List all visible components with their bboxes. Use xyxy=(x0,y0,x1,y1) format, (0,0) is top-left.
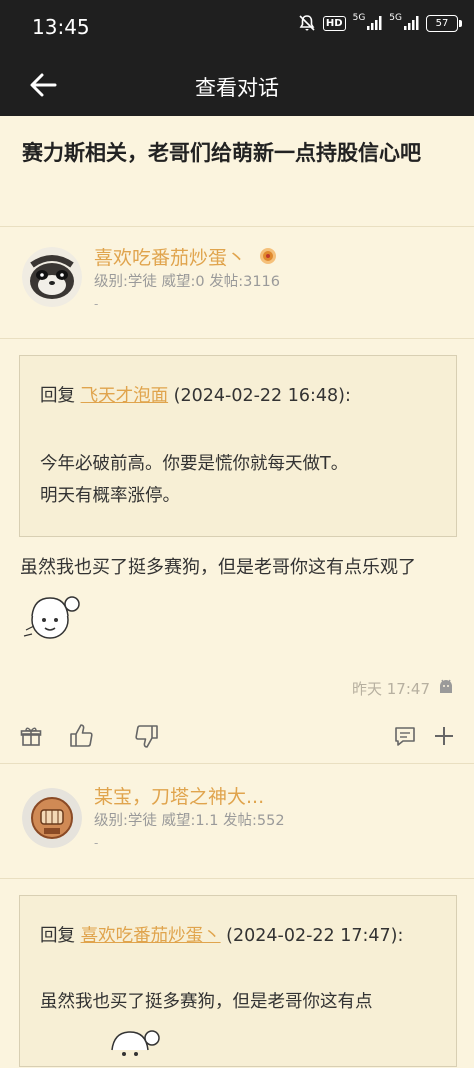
mute-bell-icon xyxy=(298,14,316,32)
quote-body: 今年必破前高。你要是慌你就每天做T。 明天有概率涨停。 xyxy=(40,448,348,512)
sticker-image xyxy=(20,590,82,663)
nav-bar: 查看对话 xyxy=(0,56,474,116)
divider xyxy=(0,226,474,227)
comment-icon[interactable] xyxy=(394,725,416,751)
avatar[interactable] xyxy=(22,788,82,848)
sticker-image xyxy=(100,1024,162,1068)
post-body: 虽然我也买了挺多赛狗，但是老哥你这有点乐观了 xyxy=(20,546,460,663)
post-time: 昨天 17:47 xyxy=(352,680,430,698)
network-type: 5G xyxy=(352,13,366,23)
android-icon xyxy=(436,677,456,701)
thread-title: 赛力斯相关，老哥们给萌新一点持股信心吧 xyxy=(22,141,421,165)
quote-time: (2024-02-22 16:48): xyxy=(173,386,351,406)
battery-icon: 57 xyxy=(426,14,462,32)
quote-prefix: 回复 xyxy=(40,926,75,946)
hd-icon: HD xyxy=(322,15,346,31)
quote-time: (2024-02-22 17:47): xyxy=(226,926,404,946)
add-icon[interactable] xyxy=(432,724,456,752)
quote-user-link[interactable]: 喜欢吃番茄炒蛋丶 xyxy=(81,926,221,946)
status-time: 13:45 xyxy=(32,15,90,39)
user-signature: - xyxy=(94,297,99,311)
thumbs-up-icon[interactable] xyxy=(68,723,94,753)
quote-line: 明天有概率涨停。 xyxy=(40,486,180,506)
username-text: 喜欢吃番茄炒蛋丶 xyxy=(94,247,247,269)
user-badge-icon xyxy=(258,246,278,271)
page-title: 查看对话 xyxy=(195,76,279,100)
quote-user-link[interactable]: 飞天才泡面 xyxy=(81,386,169,406)
username[interactable]: 某宝，刀塔之神大... xyxy=(94,782,264,809)
status-bar: 13:45 HD 5G 5G 57 xyxy=(0,0,474,56)
quote-body: 虽然我也买了挺多赛狗，但是老哥你这有点 xyxy=(40,986,373,1018)
user-signature: - xyxy=(94,836,99,850)
avatar[interactable] xyxy=(22,247,82,307)
quote-box: 回复 飞天才泡面 (2024-02-22 16:48): 今年必破前高。你要是慌… xyxy=(19,355,457,537)
network-type-2: 5G xyxy=(389,13,402,23)
user-meta: 级别:学徒 威望:1.1 发帖:552 xyxy=(94,813,285,829)
thumbs-down-icon[interactable] xyxy=(134,723,160,753)
divider xyxy=(0,338,474,339)
status-icons: HD 5G 5G 57 xyxy=(298,13,462,32)
quote-prefix: 回复 xyxy=(40,386,75,406)
quote-header: 回复 飞天才泡面 (2024-02-22 16:48): xyxy=(40,382,351,407)
user-meta: 级别:学徒 威望:0 发帖:3116 xyxy=(94,274,280,290)
username[interactable]: 喜欢吃番茄炒蛋丶 xyxy=(94,243,278,271)
quote-line: 今年必破前高。你要是慌你就每天做T。 xyxy=(40,454,349,474)
gift-icon[interactable] xyxy=(20,725,42,751)
divider xyxy=(0,878,474,879)
quote-header: 回复 喜欢吃番茄炒蛋丶 (2024-02-22 17:47): xyxy=(40,922,403,947)
quote-box: 回复 喜欢吃番茄炒蛋丶 (2024-02-22 17:47): 虽然我也买了挺多… xyxy=(19,895,457,1067)
quote-line: 虽然我也买了挺多赛狗，但是老哥你这有点 xyxy=(40,992,373,1012)
post-text: 虽然我也买了挺多赛狗，但是老哥你这有点乐观了 xyxy=(20,557,416,578)
signal-icon: 5G xyxy=(352,13,383,31)
signal-icon-2: 5G xyxy=(389,13,419,31)
divider xyxy=(0,763,474,764)
